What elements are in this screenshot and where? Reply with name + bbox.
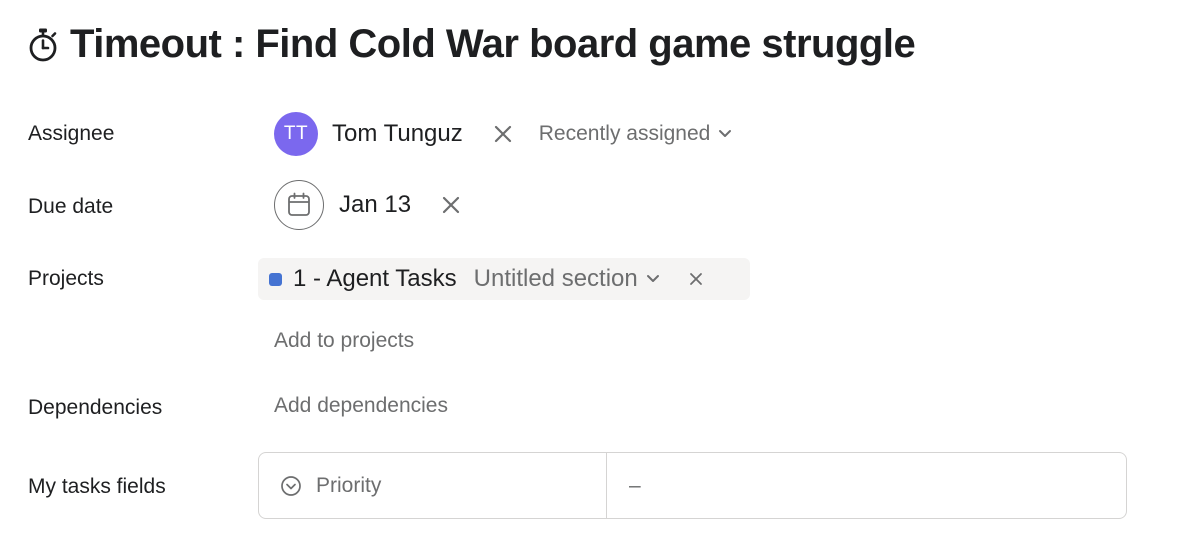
assignee-label: Assignee bbox=[28, 122, 115, 145]
dropdown-field-icon bbox=[281, 475, 301, 496]
close-icon bbox=[494, 125, 511, 143]
add-dependencies-button[interactable]: Add dependencies bbox=[274, 394, 448, 418]
chevron-down-icon bbox=[719, 130, 732, 137]
section-dropdown[interactable]: Untitled section bbox=[474, 265, 660, 293]
close-icon bbox=[689, 273, 702, 285]
project-name[interactable]: 1 - Agent Tasks bbox=[293, 265, 457, 293]
stopwatch-icon bbox=[26, 27, 60, 63]
due-date-row: Jan 13 bbox=[274, 180, 464, 230]
task-title[interactable]: Timeout : Find Cold War board game strug… bbox=[26, 22, 916, 67]
due-date-picker-button[interactable] bbox=[274, 180, 324, 230]
calendar-icon bbox=[288, 192, 310, 216]
my-tasks-fields-label: My tasks fields bbox=[28, 475, 166, 498]
priority-field-value[interactable]: – bbox=[607, 453, 1126, 518]
due-date-label: Due date bbox=[28, 195, 114, 218]
due-date-value[interactable]: Jan 13 bbox=[339, 191, 411, 219]
priority-field-label: Priority bbox=[316, 473, 382, 497]
remove-project-button[interactable] bbox=[683, 266, 709, 292]
task-details-panel: Timeout : Find Cold War board game strug… bbox=[0, 0, 1200, 546]
recently-assigned-label: Recently assigned bbox=[538, 122, 711, 145]
recently-assigned-dropdown[interactable]: Recently assigned bbox=[539, 122, 733, 146]
projects-label: Projects bbox=[28, 267, 104, 290]
section-name: Untitled section bbox=[473, 265, 638, 292]
remove-assignee-button[interactable] bbox=[490, 121, 516, 147]
add-to-projects-button[interactable]: Add to projects bbox=[274, 329, 414, 353]
assignee-row: TT Tom Tunguz Recently assigned bbox=[274, 112, 732, 156]
project-chip[interactable]: 1 - Agent Tasks Untitled section bbox=[258, 258, 750, 300]
chevron-down-icon bbox=[646, 275, 659, 282]
avatar[interactable]: TT bbox=[274, 112, 318, 156]
close-icon bbox=[442, 196, 460, 214]
assignee-name[interactable]: Tom Tunguz bbox=[332, 120, 463, 148]
dependencies-label: Dependencies bbox=[28, 396, 163, 419]
custom-fields-table: Priority – bbox=[258, 452, 1127, 519]
project-color-swatch bbox=[269, 272, 282, 286]
task-title-text[interactable]: Timeout : Find Cold War board game strug… bbox=[70, 22, 916, 67]
clear-due-date-button[interactable] bbox=[438, 192, 464, 218]
priority-field-name: Priority bbox=[259, 453, 607, 518]
